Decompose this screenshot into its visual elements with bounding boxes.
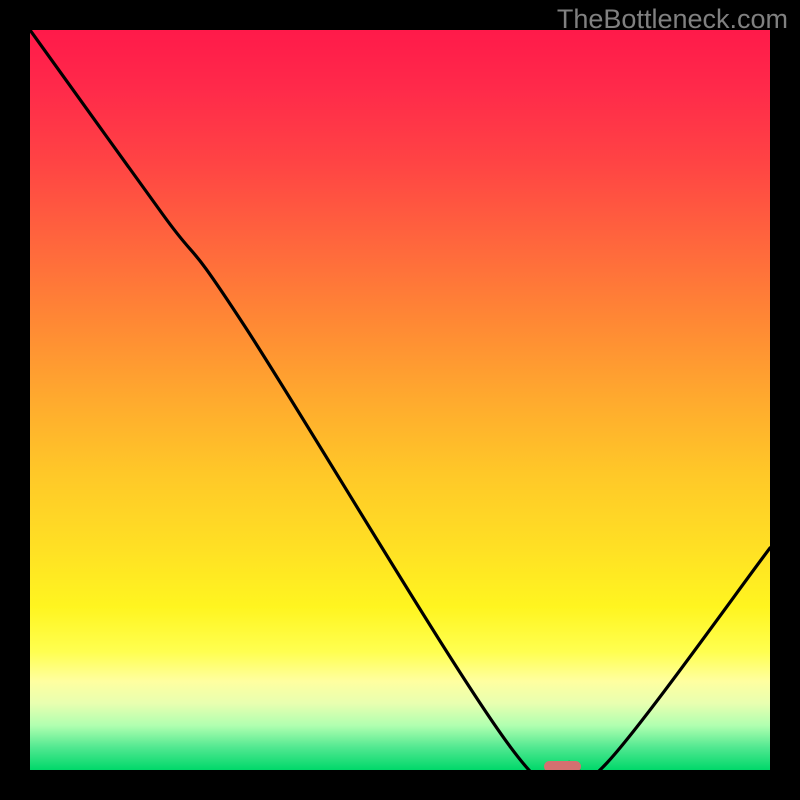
plot-area	[30, 30, 770, 770]
bottleneck-curve	[30, 30, 770, 770]
optimal-marker	[544, 761, 581, 770]
watermark-text: TheBottleneck.com	[557, 4, 788, 35]
